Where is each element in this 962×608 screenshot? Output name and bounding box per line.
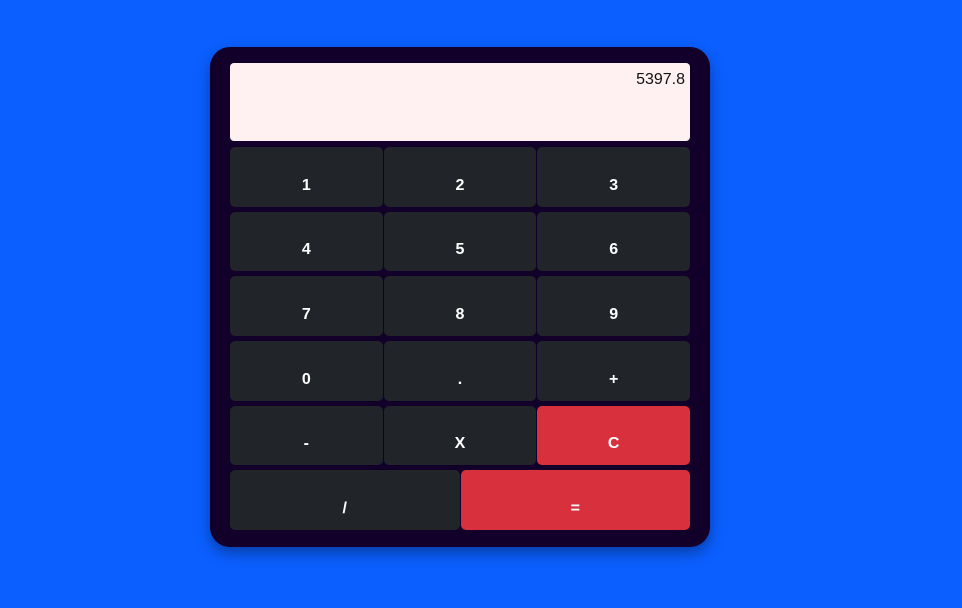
key-divide[interactable]: /	[230, 470, 460, 530]
clear-button[interactable]: C	[537, 405, 690, 466]
key-9[interactable]: 9	[537, 276, 690, 336]
key-1[interactable]: 1	[230, 147, 383, 207]
key-7[interactable]: 7	[230, 276, 383, 336]
key-decimal[interactable]: .	[383, 341, 537, 401]
key-multiply[interactable]: X	[383, 405, 537, 466]
calculator: 5397.8 1 2 3 4 5 6 7 8 9 0 . + - X C / =	[210, 47, 710, 547]
key-minus[interactable]: -	[230, 405, 383, 466]
key-3[interactable]: 3	[537, 147, 690, 207]
key-6[interactable]: 6	[537, 211, 690, 272]
key-8[interactable]: 8	[383, 276, 537, 336]
key-2[interactable]: 2	[383, 147, 537, 207]
key-plus[interactable]: +	[537, 341, 690, 401]
key-4[interactable]: 4	[230, 211, 383, 272]
key-0[interactable]: 0	[230, 341, 383, 401]
equals-button[interactable]: =	[460, 470, 690, 530]
calculator-display: 5397.8	[230, 63, 690, 141]
keypad: 1 2 3 4 5 6 7 8 9 0 . + - X C / =	[230, 147, 690, 530]
key-5[interactable]: 5	[383, 211, 537, 272]
